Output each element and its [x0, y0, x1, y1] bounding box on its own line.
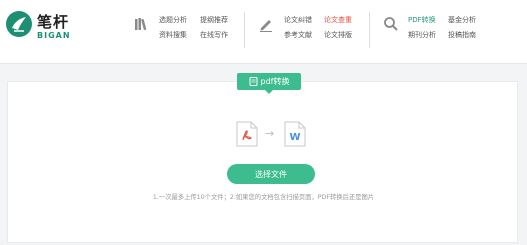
- nav-pdf-convert[interactable]: PDF转换: [408, 16, 436, 25]
- word-file-letter: W: [289, 132, 300, 143]
- nav-topic-analysis[interactable]: 选题分析: [159, 16, 187, 25]
- nav-paper-correction[interactable]: 论文纠错: [284, 16, 312, 25]
- nav-submission-guide[interactable]: 投稿指南: [448, 31, 476, 40]
- logo-subtitle: BIGAN: [37, 31, 71, 40]
- search-icon: [383, 16, 399, 32]
- pdf-file-icon: [236, 121, 258, 147]
- nav-typesetting[interactable]: 论文排版: [324, 31, 352, 40]
- badge-label: pdf转换: [260, 77, 290, 86]
- top-navbar: 笔杆 BIGAN 选题分析 提纲推荐 资料搜集 在线写作 论文纠错 论文查重 参…: [0, 0, 527, 64]
- nav-plagiarism-check[interactable]: 论文查重: [324, 16, 352, 25]
- books-icon: [133, 16, 149, 32]
- nav-outline-recommend[interactable]: 提纲推荐: [200, 16, 228, 25]
- upload-panel: [7, 81, 518, 243]
- nav-material-collect[interactable]: 资料搜集: [159, 31, 187, 40]
- logo-mark-icon: [6, 11, 32, 37]
- nav-journal-analysis[interactable]: 期刊分析: [408, 31, 436, 40]
- nav-online-writing[interactable]: 在线写作: [200, 31, 228, 40]
- nav-references[interactable]: 参考文献: [284, 31, 312, 40]
- convert-arrow-icon: →: [265, 127, 275, 140]
- nav-divider: [369, 12, 370, 48]
- pen-icon: [258, 16, 274, 32]
- select-file-button[interactable]: 选择文件: [227, 164, 315, 184]
- nav-fund-analysis[interactable]: 基金分析: [448, 16, 476, 25]
- logo-title: 笔杆: [37, 13, 70, 31]
- word-file-icon: W: [284, 121, 306, 147]
- logo[interactable]: 笔杆 BIGAN: [6, 11, 76, 47]
- upload-hint: 1.一次最多上传10个文件；2.如果您的文档包含扫描页面，PDF转换后还是图片: [152, 194, 375, 201]
- nav-divider: [244, 12, 245, 48]
- pdf-convert-badge: pdf转换: [237, 73, 301, 94]
- document-icon: [249, 77, 257, 86]
